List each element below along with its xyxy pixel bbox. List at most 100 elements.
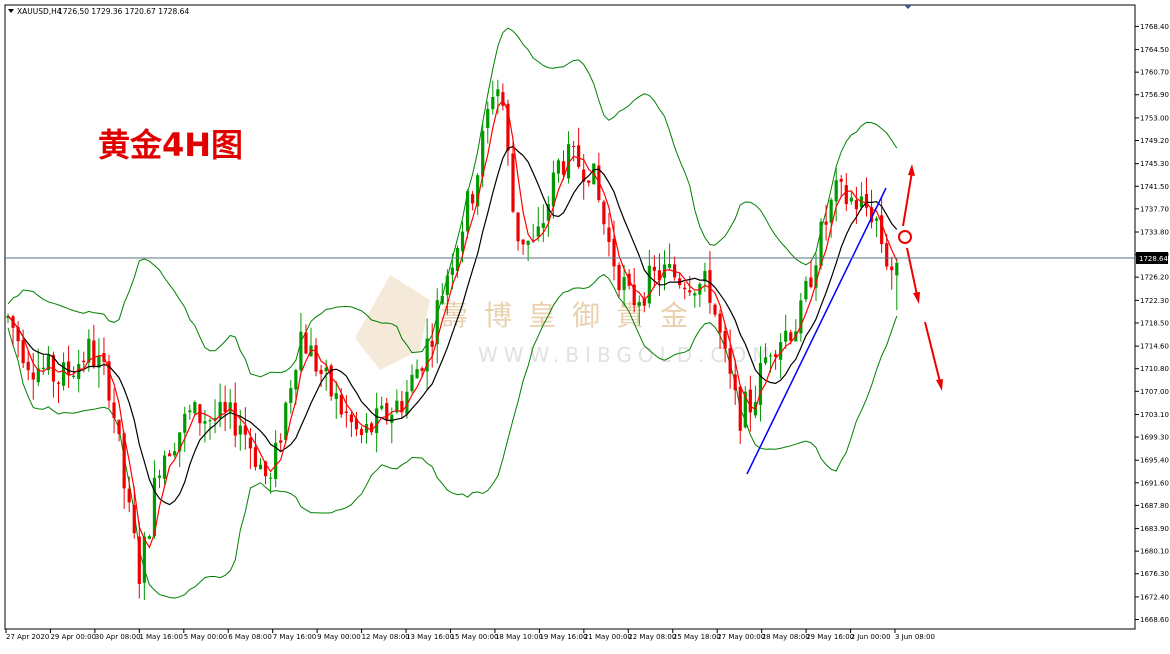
y-tick-label: 1680.10 [1140, 548, 1169, 556]
candle-body [804, 280, 808, 300]
candle-body [359, 428, 364, 436]
candle-body [430, 340, 434, 347]
current-price-tag: 1728.64 [1136, 252, 1168, 264]
y-tick-label: 1745.30 [1140, 160, 1169, 168]
candle-body [279, 440, 283, 443]
candle-body [667, 264, 672, 268]
candle-body [344, 411, 348, 413]
candle-body [370, 423, 374, 433]
chart-header: XAUUSD,H4 1726.50 1729.36 1720.67 1728.6… [8, 7, 189, 16]
candle-body [420, 368, 424, 371]
candle-body [173, 451, 177, 456]
candle-body [203, 421, 207, 424]
y-tick-label: 1768.40 [1140, 23, 1169, 31]
candle-body [289, 388, 293, 403]
symbol-label: XAUUSD,H4 [17, 7, 62, 16]
candle-body [784, 330, 788, 342]
x-tick-label: 29 May 16:00 [806, 633, 854, 641]
candle-body [854, 200, 858, 210]
candle-body [390, 414, 394, 423]
y-tick-label: 1737.70 [1140, 205, 1169, 213]
y-tick-label: 1691.60 [1140, 479, 1169, 487]
y-tick-label: 1722.30 [1140, 297, 1169, 305]
candle-body [617, 264, 621, 291]
candle-body [536, 226, 540, 237]
candle-body [541, 223, 545, 228]
y-tick-label: 1753.00 [1140, 114, 1169, 122]
x-tick-label: 22 May 08:00 [628, 633, 676, 641]
candle-body [844, 185, 848, 205]
candle-body [890, 266, 894, 271]
x-tick-label: 27 May 00:00 [717, 633, 765, 641]
candle [743, 386, 747, 429]
candle-body [683, 287, 687, 290]
y-tick-label: 1714.60 [1140, 343, 1169, 351]
candle-body [248, 437, 252, 449]
candle-body [718, 313, 722, 333]
y-tick-label: 1707.00 [1140, 388, 1169, 396]
y-tick-label: 1718.50 [1140, 319, 1169, 327]
candle-body [299, 331, 303, 371]
candle-body [789, 332, 793, 341]
candle-body [117, 419, 121, 434]
candle [193, 400, 197, 415]
candle-body [450, 267, 454, 275]
candle-body [132, 505, 136, 534]
y-tick-label: 1695.40 [1140, 457, 1169, 465]
candle-body [26, 361, 30, 371]
candle-body [72, 375, 76, 377]
candle-body [839, 178, 843, 182]
y-tick-label: 1672.40 [1140, 593, 1169, 601]
chart-annotation-title: 黄金4H图 [98, 126, 243, 164]
candle-body [622, 277, 626, 291]
watermark-chinese: 壽博皇御貴金 [440, 299, 704, 332]
candle-body [380, 405, 384, 409]
x-tick-label: 28 May 08:00 [762, 633, 810, 641]
x-tick-label: 21 May 00:00 [584, 633, 632, 641]
candle-body [526, 240, 530, 245]
candle-body [693, 293, 697, 296]
candle-body [572, 145, 576, 147]
candle-body [688, 290, 692, 293]
candle-body [612, 238, 616, 267]
candle-body [602, 201, 606, 225]
candle-body [41, 367, 45, 370]
candle-body [375, 408, 379, 434]
y-tick-label: 1726.20 [1140, 274, 1169, 282]
y-tick-label: 1687.80 [1140, 502, 1169, 510]
x-tick-label: 27 Apr 2020 [6, 633, 49, 641]
x-tick-label: 9 May 00:00 [317, 633, 361, 641]
candle-body [56, 382, 61, 384]
candle-body [269, 477, 273, 479]
candle-body [516, 212, 520, 242]
time-axis[interactable]: 27 Apr 2020 29 Apr 00:0030 Apr 08:001 May… [5, 629, 935, 641]
candle-body [147, 536, 151, 539]
x-tick-label: 7 May 16:00 [273, 633, 317, 641]
x-tick-label: 15 May 00:00 [451, 633, 499, 641]
candle-body [334, 393, 338, 399]
candle-body [895, 262, 899, 276]
candle-body [67, 361, 71, 375]
y-tick-label: 1710.80 [1140, 365, 1169, 373]
y-tick-label: 1703.10 [1140, 411, 1169, 419]
candle-body [875, 218, 879, 221]
candle-body [339, 394, 343, 415]
x-tick-label: 12 May 08:00 [362, 633, 410, 641]
price-axis[interactable]: 1768.40 1764.50 1760.70 1756.90 1753.00 1749.… [1135, 23, 1169, 624]
candle-body [849, 197, 853, 202]
y-tick-label: 1699.30 [1140, 434, 1169, 442]
candle-body [258, 464, 263, 470]
candle-body [445, 275, 449, 295]
x-tick-label: 30 Apr 08:00 [95, 633, 141, 641]
y-tick-label: 1760.70 [1140, 69, 1169, 77]
candle-body [157, 475, 162, 478]
candle-body [561, 161, 566, 175]
candle-body [511, 153, 515, 212]
candle-body [112, 402, 116, 419]
candle-body [162, 455, 167, 479]
price-chart[interactable]: 壽博皇御貴金 WWW.BIBGOLD.COM 1768.40 1764.50 1… [0, 0, 1170, 650]
x-tick-label: 2 Jun 00:00 [851, 633, 891, 641]
candle-body [708, 270, 712, 303]
candle-body [61, 362, 66, 386]
y-tick-label: 1683.90 [1140, 525, 1169, 533]
